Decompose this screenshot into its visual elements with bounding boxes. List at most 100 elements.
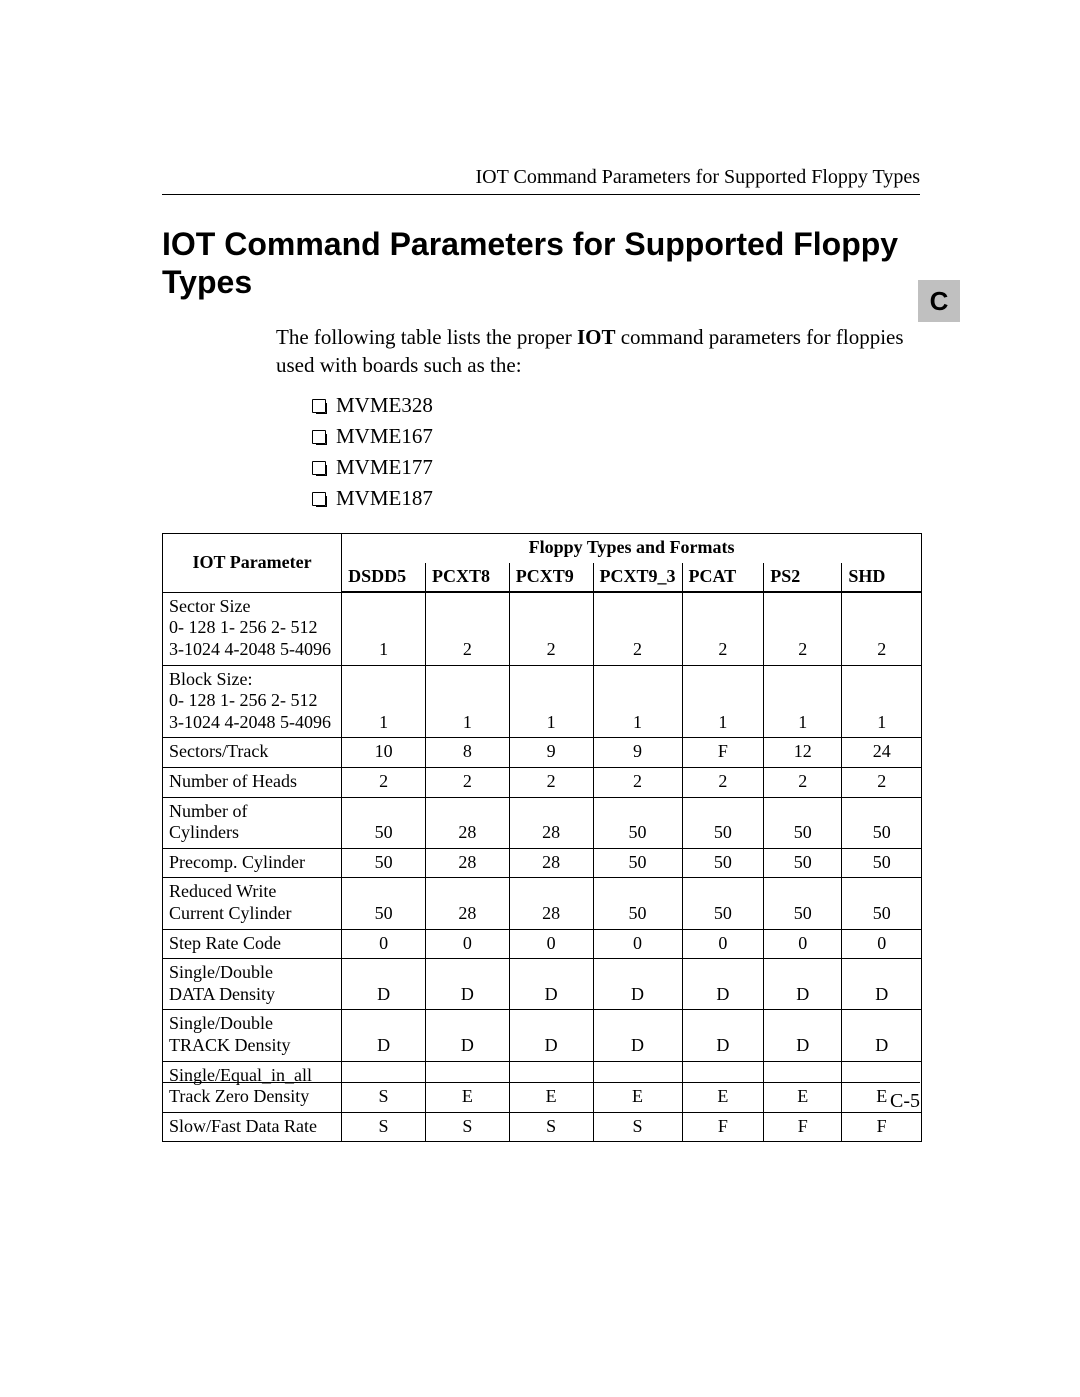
param-label: Single/DoubleDATA Density — [163, 959, 342, 1010]
param-value: F — [682, 738, 764, 768]
param-value: 0 — [842, 929, 922, 959]
param-value: S — [425, 1112, 509, 1142]
header-rule — [162, 194, 920, 195]
table-row: Single/Equal_in_allTrack Zero DensitySEE… — [163, 1061, 922, 1112]
param-value: 50 — [842, 797, 922, 848]
param-value: D — [593, 1010, 682, 1061]
table-row: Number ofCylinders50282850505050 — [163, 797, 922, 848]
param-value: D — [425, 1010, 509, 1061]
param-label: Step Rate Code — [163, 929, 342, 959]
param-label: Sector Size0- 128 1- 256 2- 5123-1024 4-… — [163, 592, 342, 665]
param-value: 1 — [842, 665, 922, 738]
param-value: 50 — [342, 797, 426, 848]
param-value: 0 — [593, 929, 682, 959]
param-value: 0 — [764, 929, 842, 959]
param-label: Number of Heads — [163, 768, 342, 798]
param-value: 28 — [425, 797, 509, 848]
footer-rule — [162, 1082, 920, 1083]
param-label: Sectors/Track — [163, 738, 342, 768]
param-value: 50 — [682, 878, 764, 929]
param-value: 24 — [842, 738, 922, 768]
param-value: 2 — [842, 592, 922, 665]
param-value: 50 — [764, 878, 842, 929]
param-value: 50 — [342, 878, 426, 929]
param-value: D — [342, 959, 426, 1010]
param-value: E — [509, 1061, 593, 1112]
table-row: Sector Size0- 128 1- 256 2- 5123-1024 4-… — [163, 592, 922, 665]
param-value: 2 — [593, 592, 682, 665]
param-value: 50 — [593, 848, 682, 878]
param-value: 50 — [593, 797, 682, 848]
col-header: SHD — [842, 563, 922, 593]
param-value: 50 — [342, 848, 426, 878]
param-label: Slow/Fast Data Rate — [163, 1112, 342, 1142]
param-value: D — [425, 959, 509, 1010]
list-item: MVME177 — [312, 455, 920, 480]
param-label: Reduced WriteCurrent Cylinder — [163, 878, 342, 929]
iot-parameter-header: IOT Parameter — [163, 534, 342, 593]
table-row: Precomp. Cylinder50282850505050 — [163, 848, 922, 878]
param-value: 1 — [342, 592, 426, 665]
param-label: Precomp. Cylinder — [163, 848, 342, 878]
param-value: 2 — [842, 768, 922, 798]
col-header: PCXT8 — [425, 563, 509, 593]
param-value: S — [342, 1112, 426, 1142]
param-value: E — [425, 1061, 509, 1112]
square-bullet-icon — [312, 430, 326, 444]
section-tab: C — [918, 280, 960, 322]
param-value: 2 — [425, 592, 509, 665]
param-value: D — [842, 1010, 922, 1061]
param-value: 2 — [425, 768, 509, 798]
param-value: 2 — [509, 592, 593, 665]
intro-pre: The following table lists the proper — [276, 325, 577, 349]
param-value: F — [842, 1112, 922, 1142]
param-value: 50 — [842, 878, 922, 929]
param-value: 50 — [682, 797, 764, 848]
param-label: Block Size:0- 128 1- 256 2- 5123-1024 4-… — [163, 665, 342, 738]
board-list: MVME328 MVME167 MVME177 MVME187 — [312, 393, 920, 511]
table-row: Slow/Fast Data RateSSSSFFF — [163, 1112, 922, 1142]
param-value: 1 — [342, 665, 426, 738]
board-name: MVME328 — [336, 393, 433, 417]
param-label: Single/DoubleTRACK Density — [163, 1010, 342, 1061]
param-value: 1 — [509, 665, 593, 738]
col-header: DSDD5 — [342, 563, 426, 593]
list-item: MVME167 — [312, 424, 920, 449]
board-name: MVME187 — [336, 486, 433, 510]
list-item: MVME328 — [312, 393, 920, 418]
table-row: Single/DoubleTRACK DensityDDDDDDD — [163, 1010, 922, 1061]
param-value: 2 — [682, 768, 764, 798]
param-value: 2 — [593, 768, 682, 798]
param-value: 9 — [509, 738, 593, 768]
page-title: IOT Command Parameters for Supported Flo… — [162, 226, 920, 302]
table-row: Block Size:0- 128 1- 256 2- 5123-1024 4-… — [163, 665, 922, 738]
square-bullet-icon — [312, 492, 326, 506]
board-name: MVME167 — [336, 424, 433, 448]
param-value: E — [682, 1061, 764, 1112]
param-value: 0 — [425, 929, 509, 959]
board-name: MVME177 — [336, 455, 433, 479]
param-value: D — [509, 1010, 593, 1061]
col-header: PS2 — [764, 563, 842, 593]
table-row: Sectors/Track10899F1224 — [163, 738, 922, 768]
table-row: Single/DoubleDATA DensityDDDDDDD — [163, 959, 922, 1010]
param-value: 0 — [682, 929, 764, 959]
param-label: Single/Equal_in_allTrack Zero Density — [163, 1061, 342, 1112]
param-value: S — [593, 1112, 682, 1142]
table-row: Number of Heads2222222 — [163, 768, 922, 798]
param-value: 8 — [425, 738, 509, 768]
param-value: 50 — [842, 848, 922, 878]
param-value: D — [842, 959, 922, 1010]
col-header: PCAT — [682, 563, 764, 593]
page: IOT Command Parameters for Supported Flo… — [0, 0, 1080, 1397]
table-row: Reduced WriteCurrent Cylinder50282850505… — [163, 878, 922, 929]
param-value: D — [509, 959, 593, 1010]
col-header: PCXT9 — [509, 563, 593, 593]
param-value: 2 — [509, 768, 593, 798]
param-value: 50 — [593, 878, 682, 929]
param-value: 28 — [509, 848, 593, 878]
param-value: 28 — [425, 878, 509, 929]
col-header: PCXT9_3 — [593, 563, 682, 593]
param-value: S — [342, 1061, 426, 1112]
parameter-table: IOT Parameter Floppy Types and Formats D… — [162, 533, 922, 1142]
